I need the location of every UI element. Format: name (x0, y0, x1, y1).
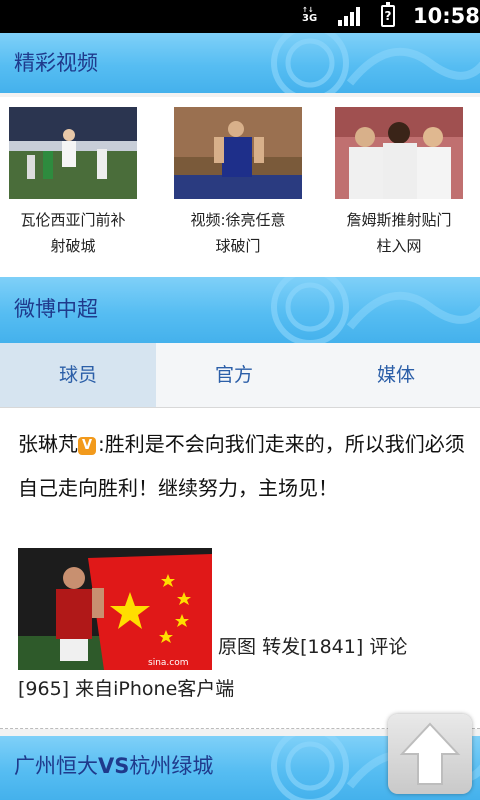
repost-count: [1841] (300, 636, 364, 658)
video-title-line: 柱入网 (376, 237, 422, 255)
video-title-line: 球破门 (215, 237, 261, 255)
post-source: 来自iPhone客户端 (75, 678, 235, 700)
away-team: 杭州绿城 (129, 754, 214, 778)
videos-list: 瓦伦西亚门前补 射破城 视频:徐亮任意 球破门 詹姆斯推射贴门 柱入网 (0, 97, 480, 277)
tab-media[interactable]: 媒体 (312, 343, 480, 407)
repost-link[interactable]: 转发[1841] (262, 636, 363, 658)
section-title-match: 广州恒大VS杭州绿城 (14, 750, 213, 780)
weibo-section-header: 微博中超 (0, 277, 480, 343)
original-image-link[interactable]: 原图 (218, 636, 256, 658)
vs-label: VS (98, 754, 130, 778)
video-thumbnail[interactable] (335, 107, 463, 199)
post-author[interactable]: 张琳芃 (18, 432, 78, 456)
scroll-to-top-button[interactable] (388, 714, 472, 794)
battery-icon: ? (381, 2, 395, 27)
wave-decoration (271, 33, 480, 93)
svg-text:sina.com: sina.com (148, 658, 189, 668)
video-thumbnail[interactable] (9, 107, 137, 199)
arrow-up-icon (399, 722, 461, 785)
post-actions: 原图 转发[1841] 评论 (218, 632, 407, 659)
tab-players[interactable]: 球员 (0, 343, 156, 407)
comment-count[interactable]: [965] (18, 678, 69, 700)
status-clock: 10:58 (413, 4, 480, 28)
weibo-post: 张琳芃 V:胜利是不会向我们走来的，所以我们必须自己走向胜利！继续努力，主场见！ … (0, 408, 480, 729)
post-meta: [965] 来自iPhone客户端 (18, 674, 234, 701)
section-title-videos: 精彩视频 (14, 51, 98, 75)
video-card[interactable]: 瓦伦西亚门前补 射破城 (5, 107, 141, 259)
repost-label: 转发 (262, 636, 301, 658)
video-title-line: 瓦伦西亚门前补 (20, 211, 126, 229)
weibo-tabs: 球员 官方 媒体 (0, 343, 480, 408)
signal-strength-icon (338, 6, 364, 26)
video-card[interactable]: 视频:徐亮任意 球破门 (170, 107, 306, 259)
tab-official[interactable]: 官方 (156, 343, 312, 407)
section-title-weibo: 微博中超 (14, 297, 98, 321)
video-card[interactable]: 詹姆斯推射贴门 柱入网 (331, 107, 467, 259)
status-bar: ↑↓ 3G ? 10:58 (0, 0, 480, 33)
video-title-line: 射破城 (50, 237, 96, 255)
post-image[interactable]: sina.com (18, 548, 212, 670)
post-body: 张琳芃 V:胜利是不会向我们走来的，所以我们必须自己走向胜利！继续努力，主场见！ (18, 422, 466, 510)
comment-label: 评论 (369, 636, 408, 658)
videos-section-header: 精彩视频 (0, 33, 480, 93)
wave-decoration (271, 277, 480, 343)
network-3g-icon: ↑↓ 3G (302, 6, 318, 24)
comment-link[interactable]: 评论 (369, 636, 407, 658)
verified-badge-icon: V (78, 437, 96, 455)
video-title-line: 詹姆斯推射贴门 (346, 211, 452, 229)
video-thumbnail[interactable] (174, 107, 302, 199)
video-title-line: 视频:徐亮任意 (190, 211, 286, 229)
home-team: 广州恒大 (14, 754, 98, 778)
